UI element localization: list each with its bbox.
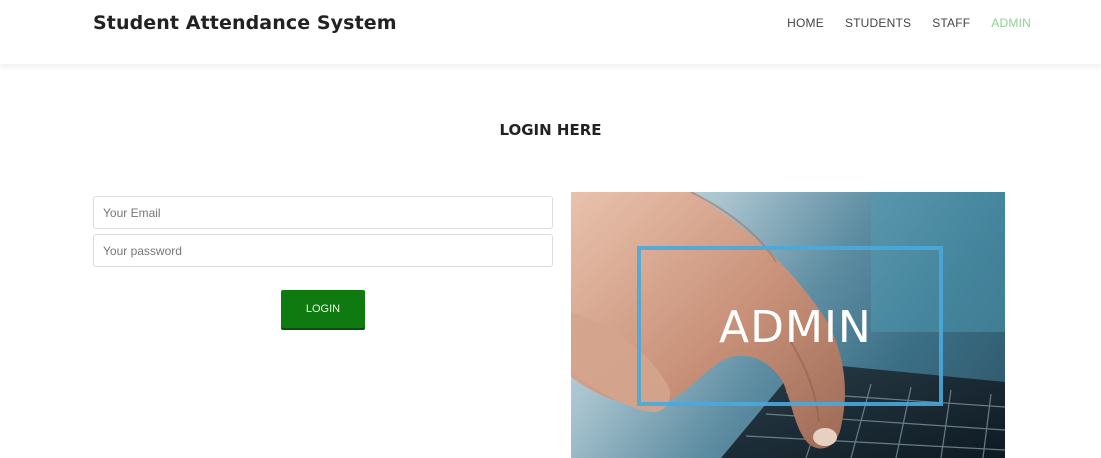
brand-title: Student Attendance System bbox=[93, 12, 397, 34]
nav-home[interactable]: HOME bbox=[787, 16, 824, 30]
password-field[interactable] bbox=[93, 234, 553, 267]
admin-hero-image: ADMIN bbox=[571, 192, 1005, 458]
login-title: LOGIN HERE bbox=[499, 121, 602, 139]
nav-students[interactable]: STUDENTS bbox=[845, 16, 911, 30]
hero-admin-label: ADMIN bbox=[719, 302, 872, 353]
main-nav: HOME STUDENTS STAFF ADMIN bbox=[766, 16, 1031, 30]
login-button[interactable]: LOGIN bbox=[281, 290, 365, 328]
navbar: Student Attendance System HOME STUDENTS … bbox=[0, 0, 1101, 64]
nav-staff[interactable]: STAFF bbox=[932, 16, 970, 30]
email-field[interactable] bbox=[93, 196, 553, 229]
laptop-keyboard-image bbox=[721, 362, 1005, 458]
nav-admin[interactable]: ADMIN bbox=[991, 16, 1031, 30]
